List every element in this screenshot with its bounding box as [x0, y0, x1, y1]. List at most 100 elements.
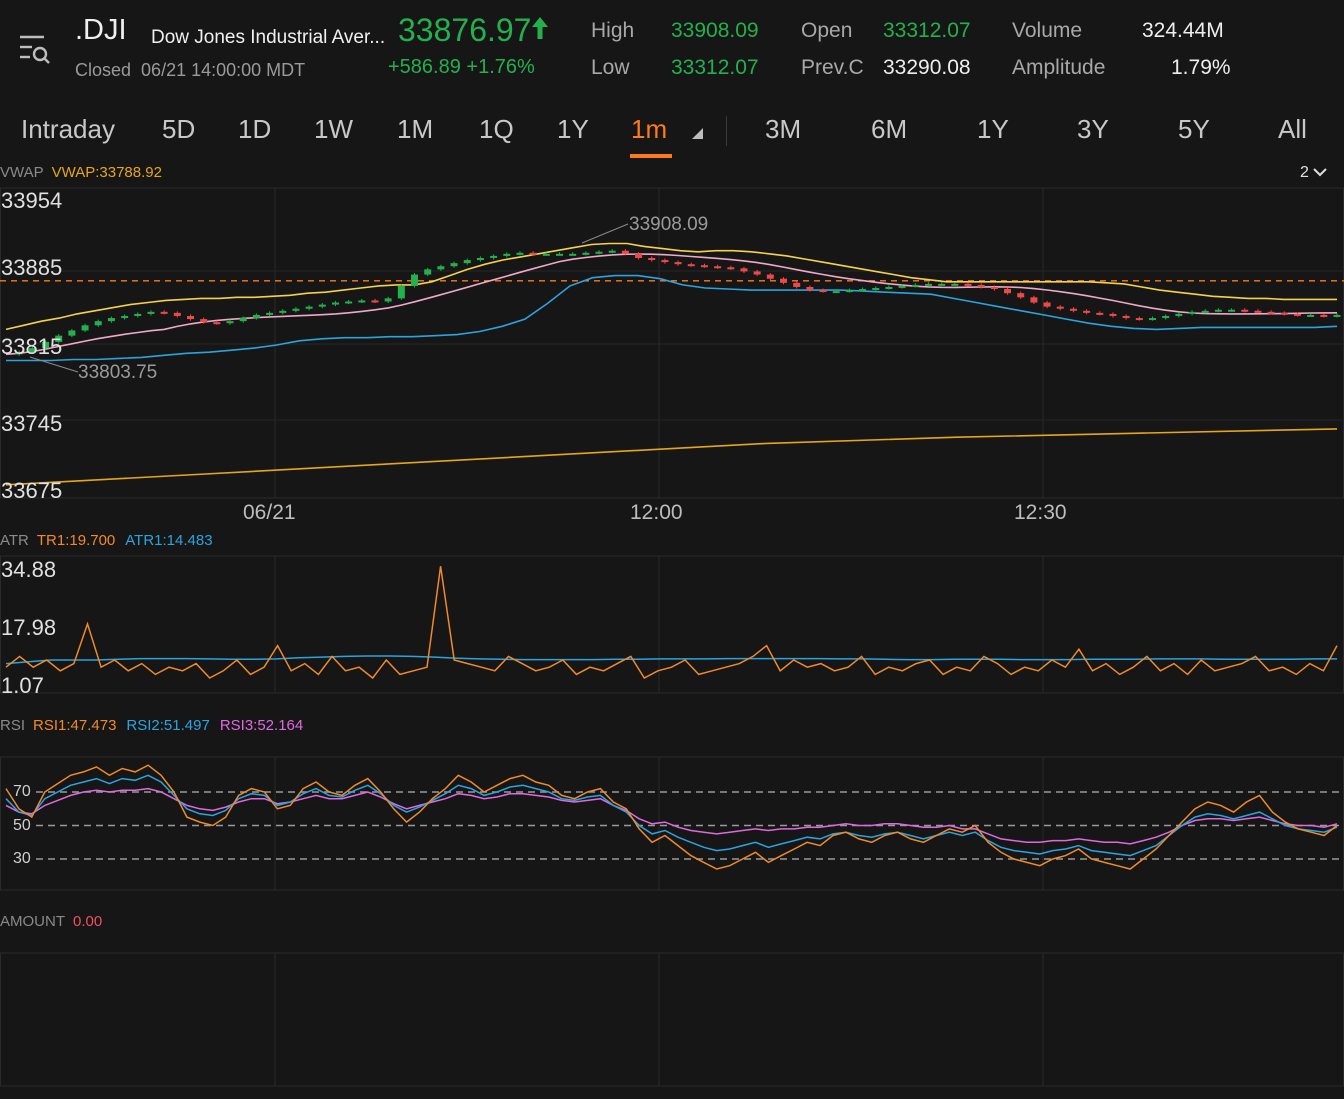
- x-tick-1200: 12:00: [630, 501, 683, 524]
- candle-body: [793, 282, 801, 287]
- candle-body: [503, 253, 511, 256]
- candle-body: [714, 266, 722, 269]
- atr-panel-frame: [0, 555, 1344, 694]
- candle-body: [964, 283, 972, 286]
- tr-value: TR1:19.700: [36, 532, 116, 549]
- atr-value: ATR1:14.483: [125, 532, 213, 549]
- candle-body: [555, 253, 563, 256]
- candle-body: [780, 278, 788, 283]
- candle-body: [819, 290, 827, 293]
- candle-body: [727, 267, 735, 270]
- candle-body: [859, 289, 867, 292]
- candle-body: [68, 330, 76, 336]
- candle-body: [806, 286, 814, 291]
- atr-tick-mid: 17.98: [1, 615, 57, 640]
- candle-body: [648, 257, 656, 261]
- candle-body: [411, 274, 419, 286]
- candle-body: [529, 252, 537, 255]
- atr-tick-min: 1.07: [1, 673, 44, 698]
- candle-body: [239, 318, 247, 322]
- candle-body: [160, 311, 168, 314]
- panel-selector[interactable]: 2: [1300, 164, 1328, 182]
- candle-body: [1188, 311, 1196, 314]
- candle-body: [1175, 313, 1183, 316]
- candle-body: [766, 274, 774, 279]
- rsi3-line: [5, 787, 1338, 845]
- candle-body: [213, 322, 221, 325]
- candle-body: [1228, 309, 1236, 312]
- rsi-level-30: 30: [13, 850, 31, 867]
- candle-body: [1293, 313, 1301, 316]
- candle-body: [450, 263, 458, 267]
- bollinger-lower-line: [6, 274, 1338, 362]
- candle-body: [1030, 297, 1038, 303]
- candle-body: [938, 283, 946, 286]
- y-tick-33885: 33885: [1, 255, 63, 280]
- candle-body: [279, 310, 287, 313]
- candle-body: [990, 286, 998, 290]
- candle-body: [134, 313, 142, 316]
- candle-body: [951, 283, 959, 286]
- high-annotation-leader: [581, 223, 629, 244]
- candle-body: [1267, 311, 1275, 314]
- candle-body: [1201, 310, 1209, 313]
- candle-body: [1149, 318, 1157, 321]
- vwap-line: [5, 428, 1338, 486]
- candle-body: [252, 314, 260, 319]
- candle-body: [621, 250, 629, 254]
- candle-body: [121, 315, 129, 319]
- candle-body: [437, 266, 445, 270]
- candle-body: [147, 311, 155, 314]
- candle-body: [753, 271, 761, 275]
- candle-body: [107, 318, 115, 322]
- candle-body: [1135, 318, 1143, 321]
- candle-body: [358, 300, 366, 303]
- bollinger-middle-line: [5, 253, 1338, 356]
- candle-body: [226, 321, 234, 324]
- candle-body: [424, 269, 432, 275]
- chart-canvas[interactable]: [0, 0, 1344, 1099]
- rsi-indicator-name: RSI: [0, 717, 26, 734]
- candle-body: [331, 302, 339, 305]
- candle-body: [1069, 308, 1077, 311]
- rsi2-line: [5, 774, 1338, 857]
- candle-body: [1333, 314, 1341, 317]
- chevron-down-icon: [1313, 168, 1328, 177]
- candle-body: [569, 253, 577, 256]
- y-tick-33815: 33815: [1, 334, 63, 359]
- candle-body: [924, 283, 932, 286]
- candle-body: [661, 260, 669, 263]
- y-tick-33675: 33675: [1, 478, 63, 503]
- candle-body: [700, 265, 708, 268]
- candle-body: [542, 253, 550, 256]
- candle-body: [1162, 315, 1170, 319]
- candle-body: [1043, 302, 1051, 307]
- panel-selector-value: 2: [1300, 164, 1309, 181]
- candle-body: [1056, 306, 1064, 309]
- candle-body: [872, 288, 880, 291]
- y-tick-33954: 33954: [1, 188, 63, 213]
- amount-value: 0.00: [73, 913, 103, 930]
- candle-body: [885, 286, 893, 289]
- candle-body: [292, 308, 300, 311]
- candle-body: [977, 284, 985, 287]
- low-annotation: 33803.75: [78, 362, 158, 383]
- candle-body: [1280, 312, 1288, 315]
- candle-body: [1083, 310, 1091, 313]
- candle-body: [94, 321, 102, 326]
- candle-body: [463, 260, 471, 264]
- candle-body: [476, 257, 484, 261]
- vwap-value: VWAP:33788.92: [51, 164, 162, 181]
- candle-body: [635, 253, 643, 258]
- candle-body: [305, 306, 313, 309]
- amount-legend: AMOUNT 0.00: [0, 913, 102, 930]
- atr-legend: ATR TR1:19.700 ATR1:14.483: [0, 532, 213, 549]
- candle-body: [898, 285, 906, 288]
- rsi-level-50: 50: [13, 817, 31, 834]
- atr-indicator-name: ATR: [0, 532, 29, 549]
- candle-body: [81, 325, 89, 331]
- candle-body: [1214, 309, 1222, 312]
- candle-body: [266, 312, 274, 315]
- tr-line: [5, 566, 1338, 680]
- candle-body: [371, 300, 379, 303]
